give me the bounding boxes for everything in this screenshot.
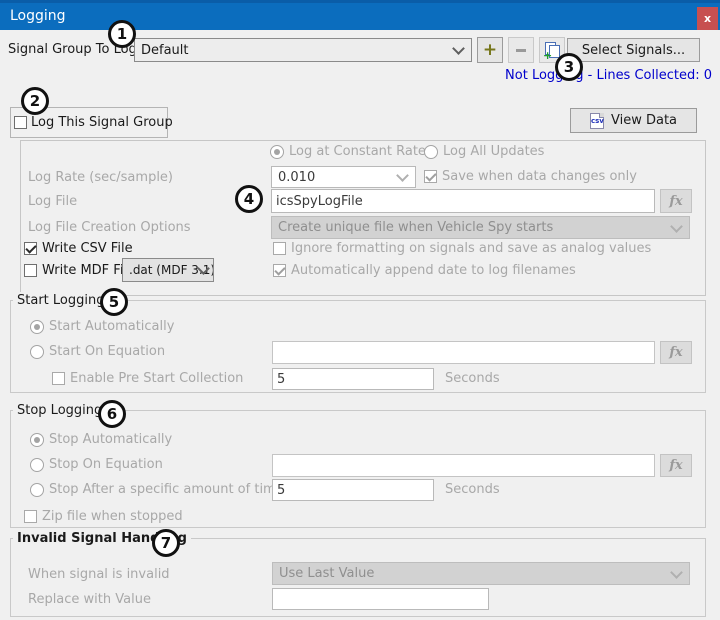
save-when-changes-label: Save when data changes only [442,168,637,186]
stop-equation-fx-button[interactable]: fx [660,454,692,477]
log-this-group-checkbox[interactable] [14,116,27,129]
annotation-3: 3 [555,53,583,81]
logging-status: Not Logging - Lines Collected: 0 [505,68,712,83]
remove-group-button[interactable] [508,37,534,63]
log-this-group-label: Log This Signal Group [31,114,173,132]
add-group-button[interactable]: + [477,37,503,63]
ignore-formatting-checkbox[interactable] [273,242,286,255]
log-all-updates-radio[interactable] [424,145,438,159]
csv-file-icon: csv [590,113,604,129]
fx-icon: fx [669,458,682,473]
stop-seconds-label: Seconds [445,481,500,499]
creation-options-combobox[interactable]: Create unique file when Vehicle Spy star… [271,216,690,239]
title-bar: Logging x [0,0,720,30]
pre-start-collection-checkbox[interactable] [52,372,65,385]
when-invalid-combobox[interactable]: Use Last Value [272,562,690,585]
log-file-fx-button[interactable]: fx [660,189,692,213]
zip-file-label: Zip file when stopped [42,508,183,526]
window-title: Logging [10,3,66,30]
annotation-4: 4 [235,185,263,213]
chevron-down-icon [670,220,683,233]
stop-after-time-label: Stop After a specific amount of time [49,481,284,499]
write-csv-checkbox[interactable] [24,242,37,255]
append-date-label: Automatically append date to log filenam… [291,262,576,280]
mdf-format-combobox[interactable]: .dat (MDF 3.1) [122,258,214,282]
close-icon: x [704,12,711,25]
close-button[interactable]: x [697,7,718,30]
annotation-6: 6 [98,400,126,428]
start-automatically-radio[interactable] [30,320,44,334]
stop-automatically-radio[interactable] [30,433,44,447]
log-file-input[interactable] [271,189,655,213]
chevron-down-icon [396,169,409,182]
fx-icon: fx [669,194,682,209]
signal-group-combobox[interactable]: Default [134,38,472,62]
annotation-2: 2 [21,87,49,115]
chevron-down-icon [670,566,683,579]
pre-start-seconds-label: Seconds [445,370,500,388]
start-automatically-label: Start Automatically [49,318,174,336]
pre-start-seconds-input[interactable] [272,368,434,390]
signal-group-value: Default [141,43,189,58]
zip-file-checkbox[interactable] [24,510,37,523]
select-signals-button[interactable]: Select Signals... [567,38,700,62]
stop-on-equation-label: Stop On Equation [49,456,163,474]
start-on-equation-label: Start On Equation [49,343,165,361]
log-all-updates-label: Log All Updates [443,143,544,161]
log-constant-rate-radio[interactable] [270,145,284,159]
minus-icon [516,49,526,52]
view-data-button[interactable]: csv View Data [570,108,697,133]
copy-icon: + [544,42,560,58]
write-csv-label: Write CSV File [42,240,133,258]
log-rate-label: Log Rate (sec/sample) [28,169,173,187]
annotation-1: 1 [108,20,136,48]
start-logging-title: Start Logging [13,292,108,309]
log-constant-rate-label: Log at Constant Rate [289,143,426,161]
start-equation-fx-button[interactable]: fx [660,341,692,364]
stop-logging-title: Stop Logging [13,402,106,419]
annotation-7: 7 [152,529,180,557]
replace-value-label: Replace with Value [28,591,151,609]
append-date-checkbox[interactable] [273,264,286,277]
chevron-down-icon [452,42,465,55]
annotation-5: 5 [100,288,128,316]
creation-options-label: Log File Creation Options [28,219,191,237]
ignore-formatting-label: Ignore formatting on signals and save as… [291,240,651,258]
start-on-equation-radio[interactable] [30,345,44,359]
stop-equation-input[interactable] [272,454,655,477]
stop-after-time-radio[interactable] [30,483,44,497]
pre-start-collection-label: Enable Pre Start Collection [70,370,243,388]
stop-after-seconds-input[interactable] [272,479,434,501]
fx-icon: fx [669,345,682,360]
logging-dialog: Logging x Signal Group To Log Default + … [0,0,720,620]
when-invalid-label: When signal is invalid [28,566,170,584]
stop-automatically-label: Stop Automatically [49,431,172,449]
replace-value-input[interactable] [272,588,489,610]
write-mdf-checkbox[interactable] [24,264,37,277]
stop-on-equation-radio[interactable] [30,458,44,472]
log-rate-combobox[interactable]: 0.010 [271,166,416,188]
log-file-label: Log File [28,193,77,211]
save-when-changes-checkbox[interactable] [424,170,437,183]
plus-icon: + [483,42,497,59]
start-equation-input[interactable] [272,341,655,364]
